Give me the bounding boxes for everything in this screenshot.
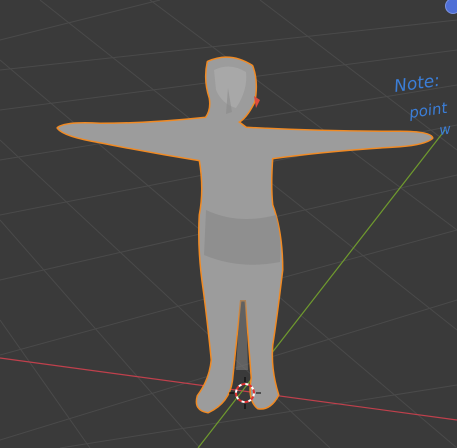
3d-viewport[interactable]: Note: point w xyxy=(0,0,457,448)
navigation-gizmo-icon[interactable] xyxy=(445,0,457,14)
viewport-canvas[interactable]: Note: point w xyxy=(0,0,457,448)
